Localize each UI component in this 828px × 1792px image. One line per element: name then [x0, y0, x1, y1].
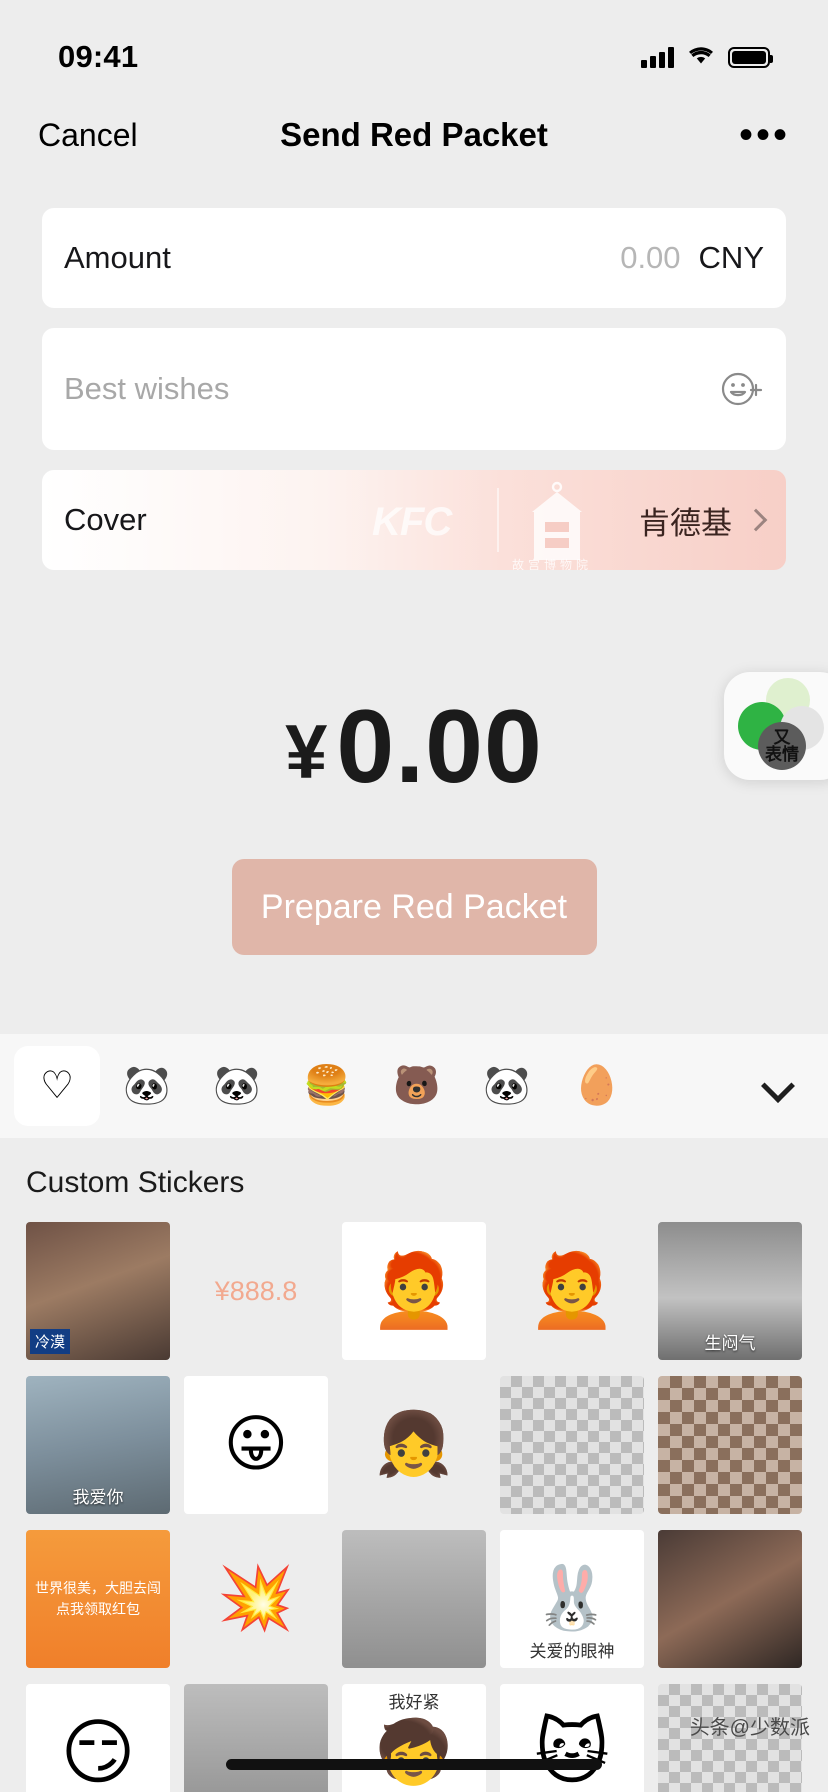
- sticker-lengmo[interactable]: 冷漠: [26, 1222, 170, 1360]
- app-screen: 09:41 Cancel Send Red Packet ••• Amount …: [0, 0, 828, 1792]
- red-packet-form: Amount 0.00 CNY Best wishes KFC 故宫博物院 Co…: [0, 178, 828, 570]
- chevron-right-icon[interactable]: [744, 508, 768, 532]
- wishes-card: Best wishes: [42, 328, 786, 450]
- sticker-shortcut-icon[interactable]: 又表情: [758, 722, 806, 770]
- cancel-button[interactable]: Cancel: [38, 117, 138, 154]
- sticker-mosaic-b[interactable]: [658, 1376, 802, 1514]
- cover-brand-name: 肯德基: [639, 505, 732, 541]
- sticker-comic-text[interactable]: 💥: [184, 1530, 328, 1668]
- sticker-man-photo[interactable]: [658, 1530, 802, 1668]
- sticker-image: 🧒: [375, 1718, 453, 1787]
- sticker-image: 🧑‍🦰: [527, 1251, 617, 1331]
- panda-sticker-icon: 🐼: [483, 1065, 531, 1107]
- amount-input[interactable]: 0.00: [620, 240, 680, 276]
- sticker-tab-bear[interactable]: 🐻: [374, 1046, 460, 1126]
- sticker-woaini[interactable]: 我爱你: [26, 1376, 170, 1514]
- bear-heart-sticker-icon: 🐻: [393, 1065, 441, 1107]
- sticker-blur-b[interactable]: [184, 1684, 328, 1792]
- burger-sticker-icon: 🍔: [303, 1065, 351, 1107]
- sticker-orange-card[interactable]: 世界很美，大胆去闯 点我领取红包: [26, 1530, 170, 1668]
- signal-bars-icon: [641, 46, 674, 68]
- panda-sticker-icon: 🐼: [213, 1065, 261, 1107]
- sticker-tab-panda[interactable]: 🐼: [104, 1046, 190, 1126]
- sticker-caption: 我好紧: [388, 1693, 440, 1712]
- sticker-shengmenqi[interactable]: 生闷气: [658, 1222, 802, 1360]
- sticker-cat-facepalm[interactable]: 🐱: [500, 1684, 644, 1792]
- wishes-row[interactable]: Best wishes: [42, 328, 786, 450]
- sticker-image: 🐱: [534, 1713, 610, 1792]
- sticker-card-text: 世界很美，大胆去闯 点我领取红包: [35, 1580, 161, 1617]
- prepare-red-packet-button[interactable]: Prepare Red Packet: [231, 859, 597, 955]
- footer-watermark: 头条@少数派: [689, 1717, 810, 1739]
- sticker-image: 💥: [217, 1564, 295, 1633]
- sticker-image: 👧: [375, 1410, 453, 1479]
- sticker-mosaic-a[interactable]: [500, 1376, 644, 1514]
- smiley-add-icon[interactable]: [718, 366, 764, 412]
- stickers-grid: 冷漠 ¥888.8 🧑‍🦰 🧑‍🦰 生闷气 我爱你 😛 👧: [26, 1222, 802, 1792]
- sticker-woheajin[interactable]: 🧒 我好紧: [342, 1684, 486, 1792]
- home-indicator: [226, 1759, 602, 1770]
- amount-display: ¥0.00: [0, 688, 828, 807]
- amount-label: Amount: [64, 240, 171, 275]
- sticker-tab-burger[interactable]: 🍔: [284, 1046, 370, 1126]
- sticker-tab-panda3[interactable]: 🐼: [464, 1046, 550, 1126]
- battery-full-icon: [728, 46, 773, 68]
- currency-label: CNY: [698, 240, 764, 275]
- sticker-rabbit-eyes[interactable]: 🐰 关爱的眼神: [500, 1530, 644, 1668]
- status-icons: [641, 44, 773, 71]
- sticker-caption: 冷漠: [30, 1329, 71, 1354]
- sticker-line-drawing[interactable]: 😛: [184, 1376, 328, 1514]
- wifi-icon: [686, 44, 716, 71]
- sticker-caption: 生闷气: [704, 1334, 756, 1353]
- sticker-tab-favorites[interactable]: ♡: [14, 1046, 100, 1126]
- custom-stickers-panel: Custom Stickers 冷漠 ¥888.8 🧑‍🦰 🧑‍🦰 生闷气 我爱…: [0, 1138, 828, 1792]
- assistive-touch-widget[interactable]: 又表情: [724, 672, 828, 780]
- amount-value: 0.00: [336, 689, 543, 805]
- egg-sticker-icon: 🥚: [573, 1065, 621, 1107]
- chevron-down-icon[interactable]: [761, 1069, 795, 1103]
- wishes-input[interactable]: Best wishes: [64, 371, 229, 407]
- sticker-caption: 我爱你: [72, 1488, 124, 1507]
- amount-row[interactable]: Amount 0.00 CNY: [42, 208, 786, 308]
- status-time: 09:41: [58, 39, 139, 74]
- amount-card: Amount 0.00 CNY: [42, 208, 786, 308]
- heart-icon: ♡: [39, 1065, 75, 1107]
- status-bar: 09:41: [0, 0, 828, 92]
- nav-bar: Cancel Send Red Packet •••: [0, 92, 828, 178]
- sticker-smirk-face[interactable]: 😏: [26, 1684, 170, 1792]
- sticker-image: 😛: [223, 1410, 289, 1479]
- sticker-gray-blur[interactable]: [342, 1530, 486, 1668]
- sticker-image: 😏: [60, 1713, 136, 1792]
- sticker-caption: 关爱的眼神: [529, 1642, 615, 1661]
- prepare-button-wrap: Prepare Red Packet: [0, 859, 828, 955]
- sticker-tab-bar: ♡ 🐼 🐼 🍔 🐻 🐼 🥚: [0, 1034, 828, 1138]
- sticker-pink-hair-glasses[interactable]: 🧑‍🦰: [342, 1222, 486, 1360]
- custom-stickers-title: Custom Stickers: [26, 1166, 245, 1199]
- more-options-button[interactable]: •••: [739, 115, 790, 155]
- sticker-image: 🧑‍🦰: [369, 1251, 459, 1331]
- cover-label: Cover: [64, 502, 147, 537]
- cover-card[interactable]: KFC 故宫博物院 Cover 肯德基: [42, 470, 786, 570]
- sticker-price-text: ¥888.8: [214, 1275, 298, 1306]
- sticker-pink-hair-wink[interactable]: 🧑‍🦰: [500, 1222, 644, 1360]
- sticker-tab-egg[interactable]: 🥚: [554, 1046, 640, 1126]
- sticker-tab-panda2[interactable]: 🐼: [194, 1046, 280, 1126]
- currency-symbol: ¥: [285, 710, 329, 795]
- panda-sticker-icon: 🐼: [123, 1065, 171, 1107]
- sticker-price[interactable]: ¥888.8: [184, 1222, 328, 1360]
- sticker-bobhair-cartoon[interactable]: 👧: [342, 1376, 486, 1514]
- sticker-image: 🐰: [533, 1564, 611, 1633]
